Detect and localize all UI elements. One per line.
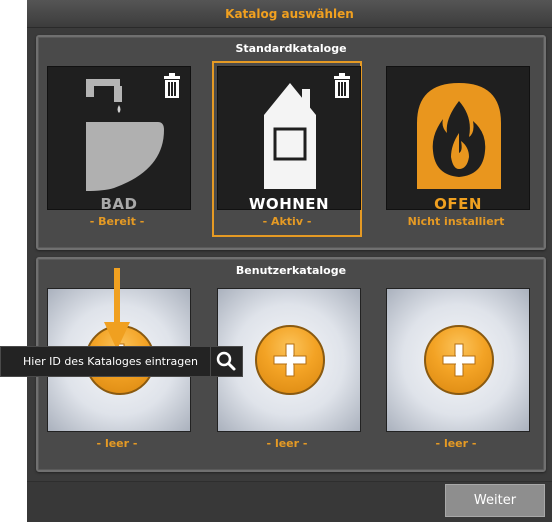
standard-catalogs-group: Standardkataloge BAD - Bereit - WOHNEN -… <box>36 35 546 250</box>
user-catalog-slot-3[interactable]: - leer - <box>381 283 531 459</box>
catalog-dialog: Katalog auswählen Standardkataloge BAD -… <box>27 0 552 522</box>
standard-catalogs-title: Standardkataloge <box>235 42 347 55</box>
next-button[interactable]: Weiter <box>445 484 545 517</box>
catalog-image-ofen: OFEN <box>386 66 530 210</box>
plus-icon <box>273 343 307 377</box>
arrow-down-icon <box>104 268 130 350</box>
catalog-tile-wohnen[interactable]: WOHNEN - Aktiv - <box>212 61 362 237</box>
catalog-tile-ofen[interactable]: OFEN Nicht installiert <box>381 61 531 237</box>
catalog-status-wohnen: - Aktiv - <box>262 214 312 228</box>
catalog-image-bad: BAD <box>47 66 191 210</box>
catalog-tile-bad[interactable]: BAD - Bereit - <box>42 61 192 237</box>
user-catalog-image-3 <box>386 288 530 432</box>
search-icon <box>216 351 236 371</box>
add-catalog-button-3[interactable] <box>424 325 494 395</box>
catalog-image-wohnen: WOHNEN <box>217 66 361 210</box>
catalog-status-bad: - Bereit - <box>89 214 145 228</box>
catalog-caption-ofen: OFEN <box>434 195 482 210</box>
user-catalog-status-1: - leer - <box>96 436 138 450</box>
flame-icon <box>417 83 501 189</box>
catalog-caption-wohnen: WOHNEN <box>248 195 330 210</box>
user-catalog-status-3: - leer - <box>435 436 477 450</box>
delete-catalog-wohnen-icon[interactable] <box>332 73 352 99</box>
delete-catalog-bad-icon[interactable] <box>162 73 182 99</box>
search-button[interactable] <box>210 346 243 377</box>
catalog-caption-bad: BAD <box>100 195 138 210</box>
catalog-id-input[interactable] <box>0 346 210 377</box>
add-catalog-button-2[interactable] <box>255 325 325 395</box>
catalog-status-ofen: Nicht installiert <box>407 214 505 228</box>
dialog-title: Katalog auswählen <box>27 0 552 28</box>
catalog-id-search <box>0 346 243 377</box>
user-catalog-status-2: - leer - <box>266 436 308 450</box>
plus-icon <box>442 343 476 377</box>
